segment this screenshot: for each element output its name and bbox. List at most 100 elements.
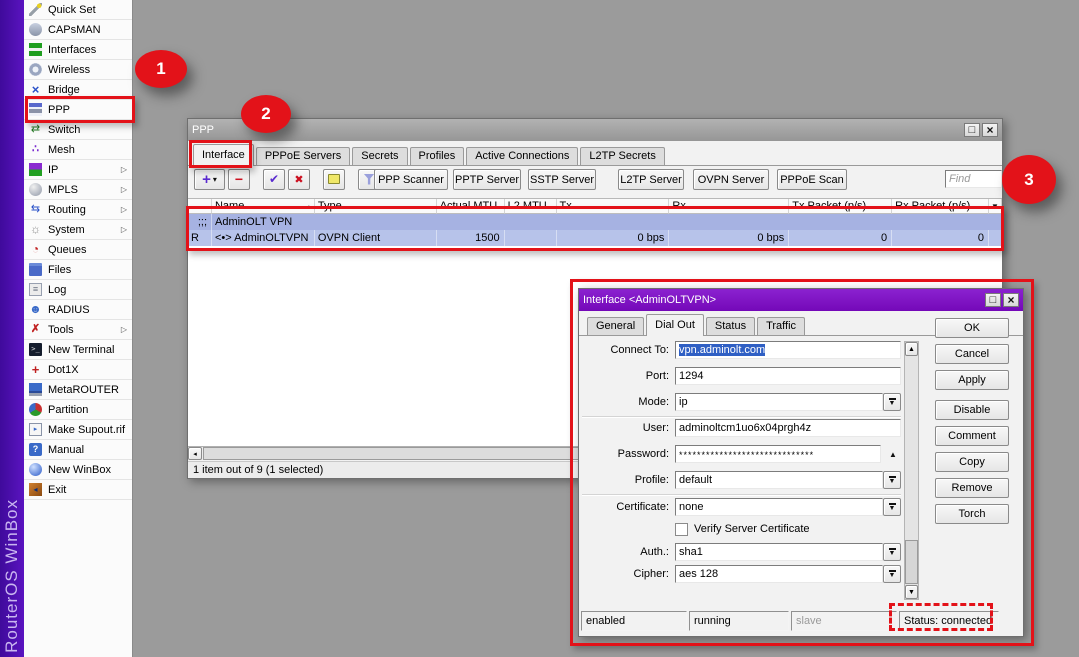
sidebar-item-quick-set[interactable]: Quick Set [24, 0, 132, 20]
sidebar-item-mesh[interactable]: Mesh [24, 140, 132, 160]
sidebar-item-wireless[interactable]: Wireless [24, 60, 132, 80]
comment-button[interactable]: Comment [935, 426, 1009, 446]
connect-to-input[interactable]: vpn.adminolt.com [675, 341, 901, 359]
remove-button[interactable]: Remove [935, 478, 1009, 498]
scroll-up-button[interactable] [905, 342, 918, 356]
torch-button[interactable]: Torch [935, 504, 1009, 524]
verify-cert-checkbox[interactable] [675, 523, 688, 536]
status-enabled: enabled [581, 611, 687, 631]
pppoe-scan-button[interactable]: PPPoE Scan [777, 169, 847, 190]
tab-interface[interactable]: Interface [193, 144, 254, 166]
tab-status[interactable]: Status [706, 317, 755, 335]
tab-pppoe-servers[interactable]: PPPoE Servers [256, 147, 350, 165]
flag-column-header[interactable] [188, 199, 212, 214]
type-column-header[interactable]: Type [315, 199, 437, 214]
sidebar-item-label: System [48, 224, 85, 236]
l2tp-server-button[interactable]: L2TP Server [618, 169, 684, 190]
sidebar-item-new-terminal[interactable]: New Terminal [24, 340, 132, 360]
dialog-titlebar[interactable]: Interface <AdminOLTVPN> [579, 289, 1023, 311]
ppp-scanner-button[interactable]: PPP Scanner [374, 169, 448, 190]
apply-button[interactable]: Apply [935, 370, 1009, 390]
cancel-button[interactable]: Cancel [935, 344, 1009, 364]
table-row-comment[interactable]: ;;; AdminOLT VPN [188, 214, 1002, 230]
disable-button[interactable] [288, 169, 310, 190]
profile-select[interactable]: default [675, 471, 883, 489]
remove-button[interactable] [228, 169, 250, 190]
cipher-dropdown-button[interactable] [883, 565, 901, 583]
sidebar-item-manual[interactable]: Manual [24, 440, 132, 460]
sidebar-item-make-supout[interactable]: Make Supout.rif [24, 420, 132, 440]
sidebar-item-label: Make Supout.rif [48, 424, 125, 436]
sidebar-item-queues[interactable]: Queues [24, 240, 132, 260]
maximize-button[interactable] [964, 123, 980, 137]
sidebar-item-routing[interactable]: Routing [24, 200, 132, 220]
sidebar-item-metarouter[interactable]: MetaROUTER [24, 380, 132, 400]
close-button[interactable] [1003, 293, 1019, 307]
tab-dial-out[interactable]: Dial Out [646, 314, 704, 336]
actual-mtu-column-header[interactable]: Actual MTU [437, 199, 505, 214]
sstp-server-button[interactable]: SSTP Server [528, 169, 596, 190]
auth-select[interactable]: sha1 [675, 543, 883, 561]
sidebar-item-ppp[interactable]: PPP [24, 100, 132, 120]
sidebar-item-radius[interactable]: RADIUS [24, 300, 132, 320]
pptp-server-button[interactable]: PPTP Server [453, 169, 521, 190]
sidebar-item-new-winbox[interactable]: New WinBox [24, 460, 132, 480]
tab-l2tp-secrets[interactable]: L2TP Secrets [580, 147, 664, 165]
user-input[interactable] [675, 419, 901, 437]
maximize-button[interactable] [985, 293, 1001, 307]
sidebar-item-capsman[interactable]: CAPsMAN [24, 20, 132, 40]
auth-dropdown-button[interactable] [883, 543, 901, 561]
sidebar-item-mpls[interactable]: MPLS [24, 180, 132, 200]
sidebar-item-system[interactable]: System [24, 220, 132, 240]
vertical-scrollbar[interactable] [904, 341, 919, 600]
sidebar-item-dot1x[interactable]: Dot1X [24, 360, 132, 380]
tab-active-connections[interactable]: Active Connections [466, 147, 578, 165]
column-options-dropdown[interactable] [989, 199, 1002, 214]
sidebar-item-switch[interactable]: Switch [24, 120, 132, 140]
dialog-title: Interface <AdminOLTVPN> [583, 294, 983, 306]
tab-traffic[interactable]: Traffic [757, 317, 805, 335]
sidebar-item-bridge[interactable]: Bridge [24, 80, 132, 100]
certificate-select[interactable]: none [675, 498, 883, 516]
scroll-left-button[interactable] [188, 447, 202, 460]
tab-general[interactable]: General [587, 317, 644, 335]
sidebar-item-interfaces[interactable]: Interfaces [24, 40, 132, 60]
sidebar-item-tools[interactable]: Tools [24, 320, 132, 340]
rx-column-header[interactable]: Rx [669, 199, 789, 214]
find-input[interactable] [945, 170, 1002, 188]
tx-column-header[interactable]: Tx [557, 199, 670, 214]
cipher-select[interactable]: aes 128 [675, 565, 883, 583]
rx-packet-column-header[interactable]: Rx Packet (p/s) [892, 199, 989, 214]
profile-dropdown-button[interactable] [883, 471, 901, 489]
table-row[interactable]: R <•> AdminOLTVPN OVPN Client 1500 0 bps… [188, 230, 1002, 246]
l2-mtu-column-header[interactable]: L2 MTU [505, 199, 557, 214]
tab-profiles[interactable]: Profiles [410, 147, 465, 165]
sidebar-item-log[interactable]: Log [24, 280, 132, 300]
enable-button[interactable] [263, 169, 285, 190]
scrollbar-thumb[interactable] [905, 540, 918, 584]
port-input[interactable] [675, 367, 901, 385]
row-tx: 0 bps [557, 230, 670, 246]
sidebar-item-ip[interactable]: IP [24, 160, 132, 180]
sidebar-item-label: Bridge [48, 84, 80, 96]
sidebar-item-label: MPLS [48, 184, 78, 196]
sidebar-item-exit[interactable]: Exit [24, 480, 132, 500]
mode-dropdown-button[interactable] [883, 393, 901, 411]
tab-secrets[interactable]: Secrets [352, 147, 407, 165]
add-button[interactable] [194, 169, 225, 190]
disable-button[interactable]: Disable [935, 400, 1009, 420]
ovpn-server-button[interactable]: OVPN Server [693, 169, 769, 190]
name-column-header[interactable]: Name [212, 199, 315, 214]
sidebar-item-files[interactable]: Files [24, 260, 132, 280]
tx-packet-column-header[interactable]: Tx Packet (p/s) [789, 199, 892, 214]
mode-select[interactable]: ip [675, 393, 883, 411]
ppp-window-titlebar[interactable]: PPP [188, 119, 1002, 141]
password-input[interactable]: ****************************** [675, 445, 881, 463]
sidebar-item-partition[interactable]: Partition [24, 400, 132, 420]
close-button[interactable] [982, 123, 998, 137]
scroll-down-button[interactable] [905, 585, 918, 599]
certificate-dropdown-button[interactable] [883, 498, 901, 516]
copy-button[interactable]: Copy [935, 452, 1009, 472]
password-reveal-toggle[interactable] [886, 445, 900, 463]
comment-button[interactable] [323, 169, 345, 190]
